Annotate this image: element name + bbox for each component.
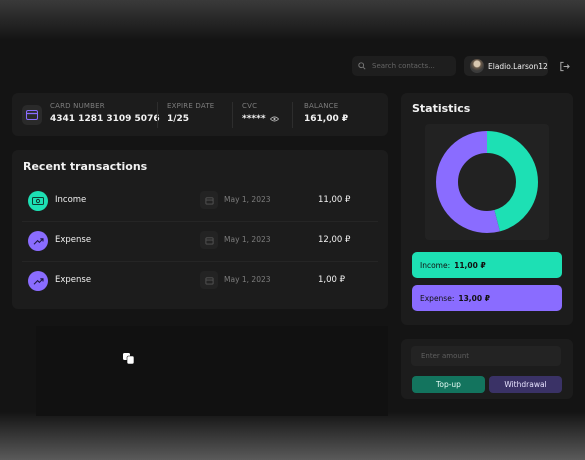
drag-overlay: [36, 326, 388, 416]
expire-field: EXPIRE DATE 1/25: [167, 102, 214, 124]
expire-label: EXPIRE DATE: [167, 102, 215, 110]
avatar: [470, 59, 484, 73]
cvc-label: CVC: [242, 102, 258, 110]
income-legend-label: Income:: [420, 260, 451, 270]
transaction-amount: 11,00 ₽: [318, 195, 351, 205]
expense-legend-value: 13,00 ₽: [458, 293, 490, 303]
user-menu[interactable]: Eladio.Larson12: [464, 56, 548, 76]
topup-panel: Top-up Withdrawal: [401, 339, 573, 399]
transaction-type: Expense: [55, 275, 92, 285]
income-legend-value: 11,00 ₽: [454, 260, 486, 270]
statistics-panel: Statistics Income: 11,00 ₽ Expense: 13,0…: [401, 93, 573, 325]
donut-chart-container: [425, 124, 549, 240]
eye-icon[interactable]: [269, 116, 279, 122]
transaction-row[interactable]: Income May 1, 2023 11,00 ₽: [22, 182, 378, 220]
card-number-value: 4341 1281 3109 5076: [50, 114, 160, 124]
transaction-type: Expense: [55, 235, 92, 245]
transactions-title: Recent transactions: [23, 160, 148, 173]
cursor-icon: [123, 353, 135, 365]
amount-input[interactable]: [411, 346, 561, 366]
donut-chart: [436, 131, 538, 233]
balance-label: BALANCE: [304, 102, 339, 110]
search-icon: [358, 62, 366, 70]
balance-value: 161,00 ₽: [304, 114, 349, 124]
cvc-value: *****: [242, 114, 266, 124]
card-number-label: CARD NUMBER: [50, 102, 105, 110]
cvc-field: CVC *****: [242, 102, 279, 124]
transaction-row[interactable]: Expense May 1, 2023 1,00 ₽: [22, 262, 378, 300]
divider: [292, 102, 293, 128]
calendar-icon: [200, 191, 218, 209]
calendar-icon: [200, 271, 218, 289]
transactions-panel: Recent transactions Income May 1, 2023 1…: [12, 150, 388, 309]
divider: [232, 102, 233, 128]
topup-button[interactable]: Top-up: [412, 376, 485, 393]
transaction-type: Income: [55, 195, 87, 205]
income-icon: [28, 191, 48, 211]
divider: [157, 102, 158, 128]
transaction-date: May 1, 2023: [224, 195, 271, 204]
top-shadow: [0, 0, 585, 40]
expense-icon: [28, 231, 48, 251]
income-legend: Income: 11,00 ₽: [412, 252, 562, 278]
statistics-title: Statistics: [412, 102, 471, 115]
expense-legend-label: Expense:: [420, 293, 455, 303]
username: Eladio.Larson12: [488, 61, 548, 71]
calendar-icon: [200, 231, 218, 249]
logout-icon: [559, 61, 570, 71]
transaction-row[interactable]: Expense May 1, 2023 12,00 ₽: [22, 222, 378, 260]
card-info-panel: CARD NUMBER 4341 1281 3109 5076 EXPIRE D…: [12, 93, 388, 136]
search-input[interactable]: [370, 61, 454, 71]
bottom-shadow: [0, 412, 585, 460]
expense-icon: [28, 271, 48, 291]
search-bar[interactable]: [352, 56, 456, 76]
transaction-amount: 12,00 ₽: [318, 235, 351, 245]
expire-value: 1/25: [167, 114, 190, 124]
card-icon: [22, 105, 42, 125]
logout-button[interactable]: [555, 57, 573, 75]
expense-legend: Expense: 13,00 ₽: [412, 285, 562, 311]
balance-field: BALANCE 161,00 ₽: [304, 102, 348, 124]
card-number-field: CARD NUMBER 4341 1281 3109 5076: [50, 102, 160, 124]
transaction-date: May 1, 2023: [224, 235, 271, 244]
transaction-date: May 1, 2023: [224, 275, 271, 284]
transaction-amount: 1,00 ₽: [318, 275, 346, 285]
withdrawal-button[interactable]: Withdrawal: [489, 376, 562, 393]
cvc-row: *****: [242, 114, 279, 124]
